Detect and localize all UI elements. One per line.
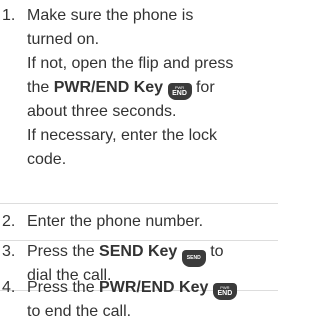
step-line: code. <box>27 151 67 168</box>
step-number: 2. <box>2 213 16 230</box>
step-text-fragment: to <box>210 243 224 260</box>
step-text: Make sure the phone is turned on. If not… <box>27 4 277 172</box>
step-text-fragment: the <box>27 79 50 96</box>
instruction-steps: 1. Make sure the phone is turned on. If … <box>0 0 278 325</box>
pwr-end-key-label: PWR/END Key <box>99 279 209 296</box>
step-text: Press the PWR/END Key PWR END to end the… <box>27 276 277 324</box>
pwr-end-key-icon: PWR END <box>212 283 237 300</box>
step-line: to end the call. <box>27 303 132 320</box>
step-number: 1. <box>2 7 16 24</box>
step-text-fragment: Press the <box>27 243 95 260</box>
step-line: Make sure the phone is <box>27 7 194 24</box>
step-line: about three seconds. <box>27 103 177 120</box>
send-key-label: SEND Key <box>99 243 178 260</box>
step-text-fragment: Press the <box>27 279 95 296</box>
step-number: 3. <box>2 243 16 260</box>
step-line: If necessary, enter the lock <box>27 127 218 144</box>
step-line-with-key: Press the SEND Key SEND to <box>27 240 277 267</box>
step-2: 2. Enter the phone number. <box>0 210 278 234</box>
pwr-end-key-label: PWR/END Key <box>53 79 164 96</box>
step-line: Enter the phone number. <box>27 213 204 230</box>
step-line: If not, open the flip and press <box>27 55 234 72</box>
divider <box>0 203 278 204</box>
step-1: 1. Make sure the phone is turned on. If … <box>0 4 278 196</box>
step-line-with-key: Press the PWR/END Key PWR END <box>27 276 277 300</box>
pwr-end-key-icon: PWR END <box>167 83 192 100</box>
step-text: Enter the phone number. <box>27 210 277 234</box>
step-line: turned on. <box>27 31 100 48</box>
send-key-icon: SEND <box>181 250 206 267</box>
step-text-fragment: for <box>195 79 215 96</box>
step-4: 4. Press the PWR/END Key PWR END to end … <box>0 276 278 324</box>
step-line-with-key: the PWR/END Key PWR END for <box>27 76 277 100</box>
step-number: 4. <box>2 279 16 296</box>
